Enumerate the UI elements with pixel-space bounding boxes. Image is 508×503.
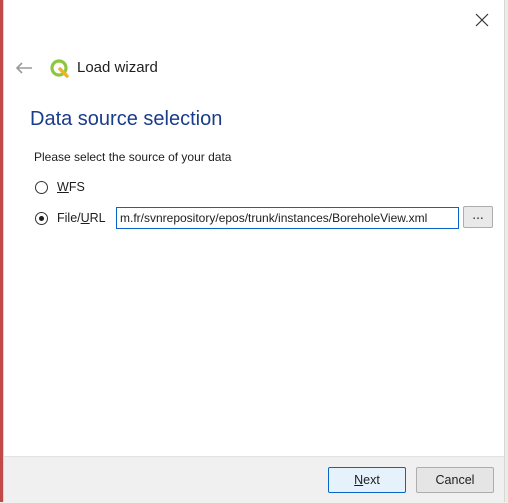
qgis-logo-icon <box>50 59 69 78</box>
load-wizard-dialog: Load wizard Data source selection Please… <box>3 0 505 503</box>
source-prompt: Please select the source of your data <box>34 150 232 164</box>
back-button[interactable] <box>12 56 36 80</box>
back-arrow-icon <box>15 62 32 74</box>
file-url-radio[interactable] <box>35 211 48 225</box>
next-button[interactable]: Next <box>328 467 406 493</box>
wfs-label: WFS <box>57 180 85 194</box>
cancel-button[interactable]: Cancel <box>416 467 494 493</box>
close-button[interactable] <box>468 6 496 34</box>
file-url-label: File/URL <box>57 211 106 225</box>
file-url-option[interactable]: File/URL <box>35 211 106 225</box>
wfs-radio[interactable] <box>35 180 48 194</box>
browse-button[interactable]: ... <box>463 206 493 228</box>
window-title: Load wizard <box>77 59 158 76</box>
close-icon <box>475 13 489 27</box>
dialog-footer: Next Cancel <box>4 456 504 503</box>
url-input[interactable]: m.fr/svnrepository/epos/trunk/instances/… <box>116 207 459 229</box>
page-heading: Data source selection <box>30 108 223 130</box>
wfs-option[interactable]: WFS <box>35 180 85 194</box>
url-value: m.fr/svnrepository/epos/trunk/instances/… <box>120 211 428 225</box>
